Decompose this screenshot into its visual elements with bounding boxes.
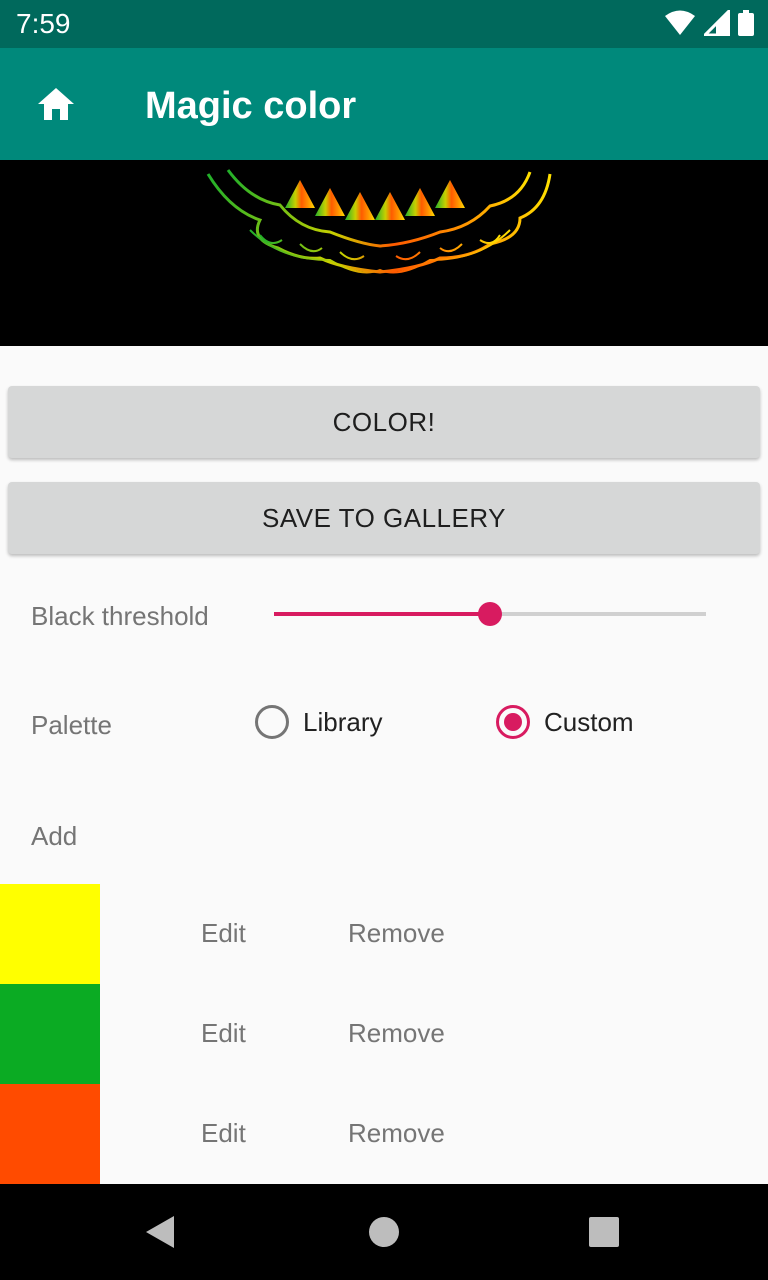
color-swatch[interactable] bbox=[0, 884, 100, 984]
page-title: Magic color bbox=[145, 85, 357, 127]
edit-color-button[interactable]: Edit bbox=[201, 918, 246, 949]
remove-color-button[interactable]: Remove bbox=[348, 1118, 445, 1149]
slider-fill bbox=[274, 612, 490, 616]
radio-custom-label: Custom bbox=[544, 706, 634, 737]
recents-icon bbox=[589, 1217, 619, 1247]
status-bar: 7:59 bbox=[0, 0, 768, 48]
status-time: 7:59 bbox=[16, 8, 71, 39]
color-button[interactable]: COLOR! bbox=[8, 386, 760, 458]
color-swatch[interactable] bbox=[0, 1084, 100, 1184]
color-swatch[interactable] bbox=[0, 984, 100, 1084]
radio-checked-icon bbox=[496, 705, 530, 739]
radio-custom[interactable]: Custom bbox=[496, 705, 634, 739]
status-icons bbox=[664, 10, 754, 36]
image-preview bbox=[0, 160, 768, 346]
cell-signal-icon bbox=[704, 10, 730, 36]
edit-color-button[interactable]: Edit bbox=[201, 1018, 246, 1049]
back-button[interactable] bbox=[136, 1208, 184, 1256]
system-nav-bar bbox=[0, 1184, 768, 1280]
save-to-gallery-button[interactable]: SAVE TO GALLERY bbox=[8, 482, 760, 554]
home-nav-button[interactable] bbox=[360, 1208, 408, 1256]
remove-color-button[interactable]: Remove bbox=[348, 918, 445, 949]
recents-button[interactable] bbox=[580, 1208, 628, 1256]
remove-color-button[interactable]: Remove bbox=[348, 1018, 445, 1049]
radio-library-label: Library bbox=[303, 706, 383, 737]
home-icon bbox=[38, 88, 74, 120]
palette-label: Palette bbox=[31, 710, 112, 740]
black-threshold-slider[interactable] bbox=[274, 598, 706, 630]
color-row: Edit Remove bbox=[0, 884, 768, 984]
radio-library[interactable]: Library bbox=[255, 705, 382, 739]
wifi-icon bbox=[665, 10, 695, 35]
add-color-button[interactable]: Add bbox=[31, 821, 77, 852]
battery-icon bbox=[738, 10, 754, 36]
slider-thumb[interactable] bbox=[478, 602, 502, 626]
back-icon bbox=[146, 1216, 174, 1248]
color-row: Edit Remove bbox=[0, 984, 768, 1084]
mandala-image bbox=[206, 169, 552, 274]
edit-color-button[interactable]: Edit bbox=[201, 1118, 246, 1149]
home-circle-icon bbox=[369, 1217, 399, 1247]
color-row: Edit Remove bbox=[0, 1084, 768, 1184]
app-bar: Magic color bbox=[0, 48, 768, 160]
home-button[interactable] bbox=[24, 76, 88, 132]
black-threshold-label: Black threshold bbox=[31, 601, 209, 631]
radio-unchecked-icon bbox=[255, 705, 289, 739]
